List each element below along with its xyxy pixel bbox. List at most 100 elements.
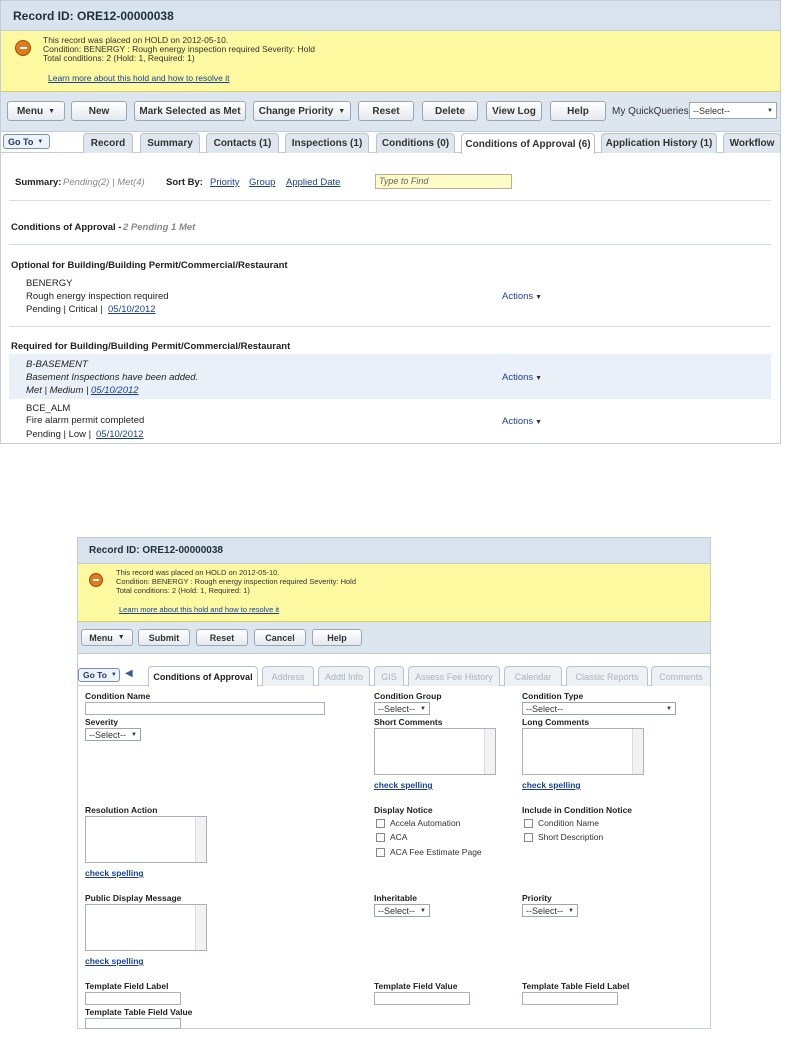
- short-comments-textarea[interactable]: [374, 728, 496, 775]
- help-button[interactable]: Help: [312, 629, 362, 646]
- tab-inspections[interactable]: Inspections (1): [285, 133, 369, 153]
- condition-date-link[interactable]: 05/10/2012: [91, 385, 139, 396]
- sort-applied-date-link[interactable]: Applied Date: [286, 177, 340, 188]
- submit-button[interactable]: Submit: [138, 629, 190, 646]
- condition-code: BENERGY: [26, 278, 73, 289]
- menu-button[interactable]: Menu: [81, 629, 133, 646]
- tab-summary[interactable]: Summary: [140, 133, 200, 153]
- condition-type-select[interactable]: --Select--: [522, 702, 676, 715]
- tab-classic-reports[interactable]: Classic Reports: [566, 666, 648, 686]
- condition-group-select[interactable]: --Select--: [374, 702, 430, 715]
- delete-button[interactable]: Delete: [422, 101, 478, 121]
- hold-learn-more-link[interactable]: Learn more about this hold and how to re…: [48, 73, 229, 83]
- mark-selected-met-button[interactable]: Mark Selected as Met: [134, 101, 246, 121]
- template-field-value-input[interactable]: [374, 992, 470, 1005]
- reset-button[interactable]: Reset: [196, 629, 248, 646]
- condition-meta: Met | Medium |: [26, 385, 89, 396]
- tab-comments[interactable]: Comments: [651, 666, 711, 686]
- hold-line-3: Total conditions: 2 (Hold: 1, Required: …: [43, 53, 195, 63]
- actions-menu[interactable]: Actions: [502, 372, 542, 383]
- template-table-field-value-label: Template Table Field Value: [85, 1007, 193, 1017]
- checkbox-icon[interactable]: [376, 847, 385, 857]
- tab-record[interactable]: Record: [83, 133, 133, 153]
- goto-button[interactable]: Go To: [3, 134, 50, 149]
- record-header: Record ID: ORE12-00000038: [1, 1, 780, 31]
- tab-assess-fee-history[interactable]: Assess Fee History: [408, 666, 500, 686]
- checkbox-icon[interactable]: [524, 818, 533, 828]
- quickqueries-select[interactable]: --Select--: [689, 102, 777, 119]
- tab-gis[interactable]: GIS: [374, 666, 404, 686]
- template-field-label-input[interactable]: [85, 992, 181, 1005]
- resolution-action-textarea[interactable]: [85, 816, 207, 863]
- inheritable-label: Inheritable: [374, 893, 417, 903]
- new-button[interactable]: New: [71, 101, 127, 121]
- condition-group-label: Condition Group: [374, 691, 442, 701]
- hold-warning-icon: [89, 573, 103, 587]
- checkbox-label: Short Description: [538, 832, 604, 842]
- tab-conditions[interactable]: Conditions (0): [376, 133, 455, 153]
- summary-label: Summary:: [15, 177, 62, 188]
- change-priority-button[interactable]: Change Priority: [253, 101, 351, 121]
- checkbox-label: Accela Automation: [390, 818, 461, 828]
- tab-conditions-of-approval[interactable]: Conditions of Approval: [148, 666, 258, 687]
- checkbox-label: Condition Name: [538, 818, 599, 828]
- include-notice-label: Include in Condition Notice: [522, 805, 633, 815]
- menu-button[interactable]: Menu: [7, 101, 65, 121]
- long-comments-label: Long Comments: [522, 717, 590, 727]
- checkbox-icon[interactable]: [376, 832, 385, 842]
- display-aa-checkbox[interactable]: Accela Automation: [376, 818, 460, 828]
- condition-name-label: Condition Name: [85, 691, 151, 701]
- checkbox-icon[interactable]: [524, 832, 533, 842]
- check-spelling-link[interactable]: check spelling: [374, 780, 433, 790]
- condition-description: Fire alarm permit completed: [26, 415, 145, 426]
- tab-workflow[interactable]: Workflow: [723, 133, 781, 153]
- tab-application-history[interactable]: Application History (1): [601, 133, 717, 153]
- template-table-field-label-input[interactable]: [522, 992, 618, 1005]
- hold-notice: This record was placed on HOLD on 2012-0…: [1, 31, 780, 92]
- condition-date-link[interactable]: 05/10/2012: [108, 304, 156, 315]
- goto-button[interactable]: Go To: [78, 668, 120, 682]
- priority-select[interactable]: --Select--: [522, 904, 578, 917]
- condition-date-link[interactable]: 05/10/2012: [96, 429, 144, 440]
- hold-learn-more-link[interactable]: Learn more about this hold and how to re…: [119, 605, 279, 614]
- public-display-textarea[interactable]: [85, 904, 207, 951]
- condition-meta: Pending | Low |: [26, 429, 92, 440]
- tab-addtl-info[interactable]: Addtl Info: [318, 666, 370, 686]
- summary-counts: Pending(2) | Met(4): [63, 177, 145, 188]
- resolution-action-label: Resolution Action: [85, 805, 158, 815]
- list-item[interactable]: B-BASEMENT Basement Inspections have bee…: [9, 354, 771, 399]
- condition-name-input[interactable]: [85, 702, 325, 715]
- actions-menu[interactable]: Actions: [502, 416, 542, 427]
- severity-label: Severity: [85, 717, 119, 727]
- display-aca-fee-checkbox[interactable]: ACA Fee Estimate Page: [376, 847, 482, 857]
- cancel-button[interactable]: Cancel: [254, 629, 306, 646]
- tab-conditions-of-approval[interactable]: Conditions of Approval (6): [461, 133, 595, 154]
- check-spelling-link[interactable]: check spelling: [522, 780, 581, 790]
- hold-notice: This record was placed on HOLD on 2012-0…: [78, 564, 710, 622]
- display-aca-checkbox[interactable]: ACA: [376, 832, 407, 842]
- include-short-description-checkbox[interactable]: Short Description: [524, 832, 603, 842]
- template-table-field-label-label: Template Table Field Label: [522, 981, 630, 991]
- scroll-left-icon[interactable]: ◀: [125, 668, 133, 679]
- help-button[interactable]: Help: [550, 101, 606, 121]
- condition-description: Basement Inspections have been added.: [26, 372, 199, 383]
- tab-contacts[interactable]: Contacts (1): [206, 133, 279, 153]
- template-table-field-value-input[interactable]: [85, 1018, 181, 1029]
- tab-bar: Go To Record Summary Contacts (1) Inspec…: [1, 131, 781, 154]
- check-spelling-link[interactable]: check spelling: [85, 956, 144, 966]
- checkbox-icon[interactable]: [376, 818, 385, 828]
- check-spelling-link[interactable]: check spelling: [85, 868, 144, 878]
- checkbox-label: ACA: [390, 832, 408, 842]
- tab-address[interactable]: Address: [262, 666, 314, 686]
- type-to-find-input[interactable]: Type to Find: [375, 174, 512, 189]
- view-log-button[interactable]: View Log: [486, 101, 542, 121]
- long-comments-textarea[interactable]: [522, 728, 644, 775]
- tab-calendar[interactable]: Calendar: [504, 666, 562, 686]
- sort-group-link[interactable]: Group: [249, 177, 275, 188]
- severity-select[interactable]: --Select--: [85, 728, 141, 741]
- actions-menu[interactable]: Actions: [502, 291, 542, 302]
- sort-priority-link[interactable]: Priority: [210, 177, 240, 188]
- inheritable-select[interactable]: --Select--: [374, 904, 430, 917]
- include-condition-name-checkbox[interactable]: Condition Name: [524, 818, 599, 828]
- reset-button[interactable]: Reset: [358, 101, 414, 121]
